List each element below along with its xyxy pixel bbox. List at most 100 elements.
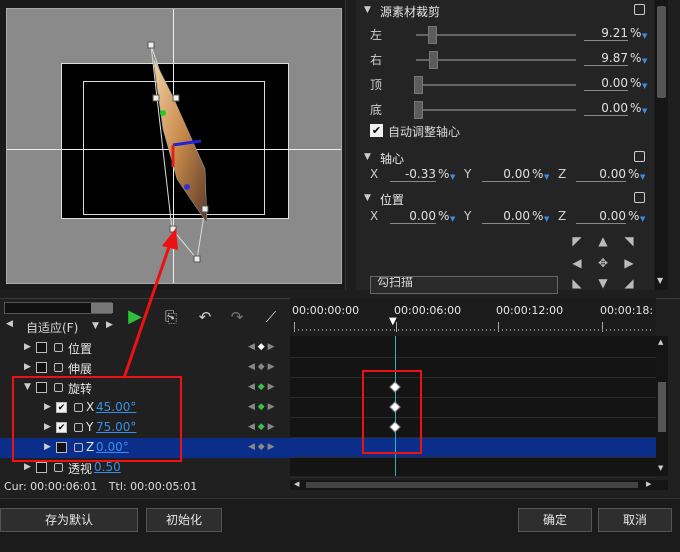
dropdown-caret-icon[interactable]: ▼ xyxy=(544,173,549,181)
collapse-triangle-icon[interactable]: ▼ xyxy=(364,5,371,15)
lanes-hscrollbar-thumb[interactable] xyxy=(306,482,638,488)
pos-z-value[interactable]: 0.00 xyxy=(576,209,626,224)
expand-triangle-icon[interactable]: ▶ xyxy=(24,462,31,472)
move-left-icon[interactable]: ◀ xyxy=(570,256,584,270)
move-up-icon[interactable]: ▲ xyxy=(596,234,610,248)
pos-y-value[interactable]: 0.00 xyxy=(482,209,530,224)
keyframe-lane[interactable] xyxy=(290,378,656,398)
initialize-button[interactable]: 初始化 xyxy=(146,508,222,532)
move-down-right-icon[interactable]: ◢ xyxy=(622,276,636,290)
loop-preview-icon[interactable]: ⎘ xyxy=(160,306,182,328)
ok-button[interactable]: 确定 xyxy=(518,508,592,532)
track-checkbox[interactable] xyxy=(36,362,47,373)
section-header-axis[interactable]: ▼ 轴心 xyxy=(356,149,654,167)
next-arrow-icon[interactable]: ▶ xyxy=(106,320,113,330)
track-row[interactable]: ▶ 伸展 ◀ ◆ ▶ xyxy=(0,358,290,378)
preview-canvas[interactable] xyxy=(6,8,342,284)
axis-y-value[interactable]: 0.00 xyxy=(482,167,530,182)
keyframe-lane[interactable] xyxy=(290,338,656,358)
lanes-hscrollbar[interactable]: ◀ ▶ xyxy=(290,480,668,490)
move-up-right-icon[interactable]: ◥ xyxy=(622,234,636,248)
dropdown-caret-icon[interactable]: ▼ xyxy=(544,215,549,223)
crop-left-value[interactable]: 9.21 xyxy=(584,26,628,41)
graph-editor-icon[interactable]: ⟋ xyxy=(260,306,282,328)
redo-icon[interactable]: ↷ xyxy=(226,306,248,328)
dropdown-caret-icon[interactable]: ▼ xyxy=(450,215,455,223)
axis-x-value[interactable]: -0.33 xyxy=(390,167,436,182)
crop-top-value[interactable]: 0.00 xyxy=(584,76,628,91)
scroll-left-icon[interactable]: ◀ xyxy=(294,480,299,488)
keyframe-lane[interactable] xyxy=(290,458,656,478)
track-value[interactable]: 0.50 xyxy=(94,460,121,474)
crop-bottom-slider-knob[interactable] xyxy=(414,101,423,119)
keyframe-nav-controls[interactable]: ◀ ◆ ▶ xyxy=(248,402,288,416)
scroll-down-icon[interactable]: ▼ xyxy=(657,276,663,285)
crop-top-slider-knob[interactable] xyxy=(414,76,423,94)
dropdown-caret-icon[interactable]: ▼ xyxy=(640,173,645,181)
crop-top-slider-track[interactable] xyxy=(416,84,576,86)
crop-right-slider-knob[interactable] xyxy=(429,51,438,69)
track-checkbox[interactable] xyxy=(36,462,47,473)
auto-axis-checkbox[interactable]: ✔ xyxy=(370,124,383,137)
rotated-clip[interactable] xyxy=(7,9,342,284)
keyframe-lane[interactable] xyxy=(290,398,656,418)
dropdown-caret-icon[interactable]: ▼ xyxy=(642,57,647,65)
axis-z-value[interactable]: 0.00 xyxy=(576,167,626,182)
keyframe-nav-controls[interactable]: ◀ ◆ ▶ xyxy=(248,342,288,356)
keyframe-lanes[interactable] xyxy=(290,336,656,478)
scroll-down-icon[interactable]: ▼ xyxy=(658,464,663,472)
move-down-icon[interactable]: ▼ xyxy=(596,276,610,290)
move-up-left-icon[interactable]: ◤ xyxy=(570,234,584,248)
lanes-scrollbar[interactable]: ▲ ▼ xyxy=(656,336,668,476)
panel-scrollbar[interactable]: ▼ xyxy=(655,0,668,290)
keyframe-lane[interactable] xyxy=(290,358,656,378)
expand-triangle-icon[interactable]: ▶ xyxy=(24,342,31,352)
track-row[interactable]: ▶ 位置 ◀ ◆ ▶ xyxy=(0,338,290,358)
dropdown-caret-icon[interactable]: ▼ xyxy=(642,32,647,40)
clip-name-box[interactable] xyxy=(4,302,113,314)
dropdown-caret-icon[interactable]: ▼ xyxy=(642,107,647,115)
keyframe-nav-controls[interactable]: ◀ ◆ ▶ xyxy=(248,422,288,436)
preset-select[interactable]: 勾扫描 xyxy=(370,276,558,294)
crop-left-slider-track[interactable] xyxy=(416,34,576,36)
section-header-crop[interactable]: ▼ 源素材裁剪 xyxy=(356,2,654,20)
playhead-handle-icon[interactable]: ▼ xyxy=(389,316,397,327)
dropdown-caret-icon[interactable]: ▼ xyxy=(450,173,455,181)
scroll-up-icon[interactable]: ▲ xyxy=(658,338,663,346)
move-right-icon[interactable]: ▶ xyxy=(622,256,636,270)
crop-bottom-value[interactable]: 0.00 xyxy=(584,101,628,116)
collapse-triangle-icon[interactable]: ▼ xyxy=(364,152,371,162)
play-icon[interactable]: ▶ xyxy=(124,306,146,328)
timeline-ruler[interactable]: 00:00:00:00 00:00:06:00 00:00:12:00 00:0… xyxy=(290,298,656,336)
save-default-button[interactable]: 存为默认 xyxy=(0,508,138,532)
pos-x-value[interactable]: 0.00 xyxy=(390,209,436,224)
expand-triangle-icon[interactable]: ▶ xyxy=(24,362,31,372)
section-header-position[interactable]: ▼ 位置 xyxy=(356,190,654,208)
crop-bottom-slider-track[interactable] xyxy=(416,109,576,111)
keyframe-nav-controls[interactable]: ◀ ◆ ▶ xyxy=(248,382,288,396)
zoom-select[interactable]: ◀ 自适应(F) ▼ ▶ xyxy=(2,318,114,336)
panel-scrollbar-thumb[interactable] xyxy=(657,6,666,98)
center-icon[interactable]: ✥ xyxy=(596,256,610,270)
crop-right-slider-track[interactable] xyxy=(416,59,576,61)
reset-icon[interactable] xyxy=(634,192,645,203)
cancel-button[interactable]: 取消 xyxy=(598,508,672,532)
reset-icon[interactable] xyxy=(634,4,645,15)
undo-icon[interactable]: ↶ xyxy=(194,306,216,328)
keyframe-lane[interactable] xyxy=(290,418,656,438)
keyframe-nav-controls[interactable]: ◀ ◆ ▶ xyxy=(248,442,288,456)
move-down-left-icon[interactable]: ◣ xyxy=(570,276,584,290)
keyframe-nav-controls[interactable]: ◀ ◆ ▶ xyxy=(248,362,288,376)
crop-left-slider-knob[interactable] xyxy=(428,26,437,44)
scroll-right-icon[interactable]: ▶ xyxy=(646,480,651,488)
reset-icon[interactable] xyxy=(634,151,645,162)
collapse-triangle-icon[interactable]: ▼ xyxy=(364,193,371,203)
lanes-scrollbar-thumb[interactable] xyxy=(658,382,666,432)
prev-arrow-icon[interactable]: ◀ xyxy=(6,319,13,329)
track-checkbox[interactable] xyxy=(36,342,47,353)
crop-right-value[interactable]: 9.87 xyxy=(584,51,628,66)
dropdown-caret-icon[interactable]: ▼ xyxy=(642,82,647,90)
dropdown-caret-icon[interactable]: ▼ xyxy=(640,215,645,223)
chevron-down-icon[interactable]: ▼ xyxy=(92,321,99,331)
keyframe-lane-selected[interactable] xyxy=(290,438,656,458)
